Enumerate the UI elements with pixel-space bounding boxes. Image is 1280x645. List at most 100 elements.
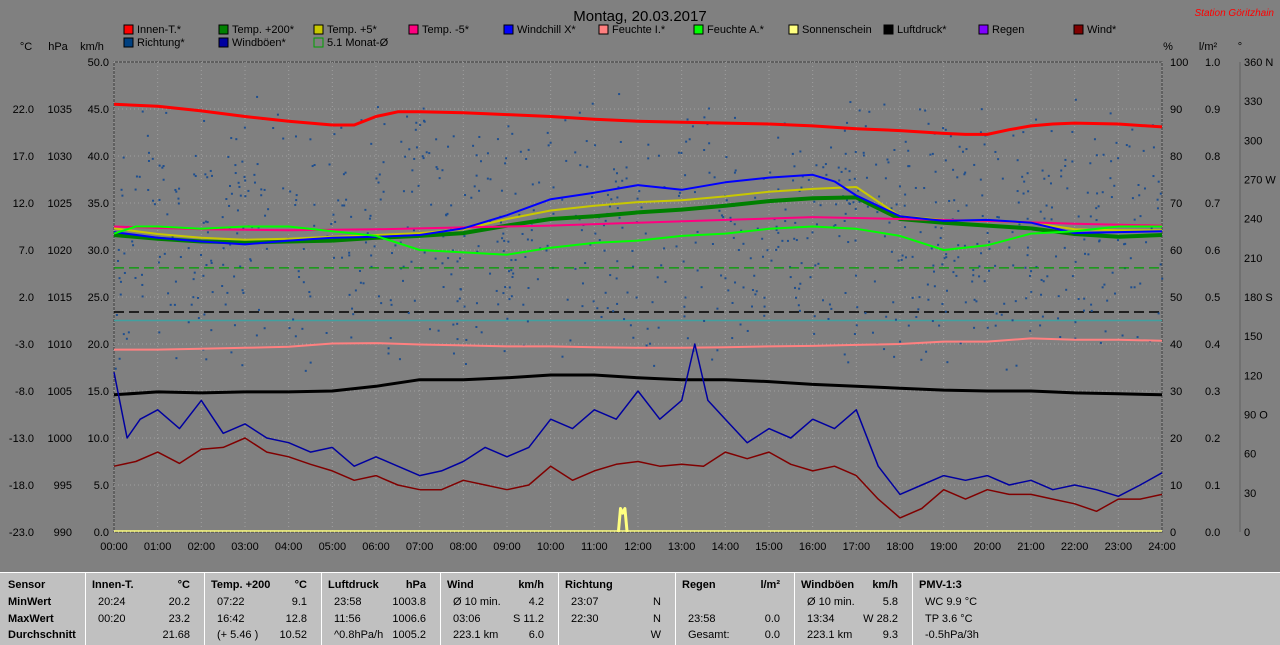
wind-direction-point xyxy=(341,256,344,259)
wind-direction-point xyxy=(981,214,984,217)
legend-label-feuchte-i: Feuchte I.* xyxy=(612,24,666,36)
wind-direction-point xyxy=(653,364,656,367)
wind-direction-point xyxy=(856,306,859,309)
wind-direction-point xyxy=(763,305,766,308)
wind-direction-point xyxy=(614,180,617,183)
wind-direction-point xyxy=(862,154,865,157)
wind-direction-point xyxy=(382,190,385,193)
legend-label-innen-t: Innen-T.* xyxy=(137,24,182,36)
wind-direction-point xyxy=(610,198,613,201)
wind-direction-point xyxy=(598,239,601,242)
wind-direction-point xyxy=(1011,319,1014,322)
wind-direction-point xyxy=(118,277,121,280)
legend-label-luftdruck: Luftdruck* xyxy=(897,24,947,36)
temp-tick-label: -8.0 xyxy=(15,386,34,398)
wind-direction-point xyxy=(450,204,453,207)
wind-direction-point xyxy=(988,240,991,243)
wind-direction-point xyxy=(901,254,904,257)
legend-swatch-temp-5 xyxy=(313,24,324,35)
stats-cell-value: 1003.8 xyxy=(392,596,426,608)
temp-tick-label: 2.0 xyxy=(19,292,34,304)
wind-direction-point xyxy=(1110,196,1113,199)
wind-direction-point xyxy=(194,154,197,157)
wind-direction-point xyxy=(1012,134,1015,137)
wind-direction-point xyxy=(225,198,228,201)
wind-direction-point xyxy=(892,301,895,304)
wind-direction-point xyxy=(937,243,940,246)
wind-direction-point xyxy=(294,203,297,206)
wind-direction-point xyxy=(621,226,624,229)
wind-direction-point xyxy=(981,194,984,197)
stats-cell-value: N xyxy=(653,613,661,625)
wind-direction-point xyxy=(565,159,568,162)
wind-direction-point xyxy=(227,155,230,158)
wind-direction-point xyxy=(564,119,567,122)
wind-direction-point xyxy=(708,171,711,174)
wind-direction-point xyxy=(592,300,595,303)
wind-direction-point xyxy=(591,195,594,198)
wind-direction-point xyxy=(132,244,135,247)
wind-direction-point xyxy=(205,358,208,361)
wind-direction-point xyxy=(973,163,976,166)
wind-direction-point xyxy=(952,271,955,274)
wind-direction-point xyxy=(456,338,459,341)
rain-tick-label: 0.0 xyxy=(1205,527,1220,539)
wind-direction-point xyxy=(986,232,989,235)
wind-direction-point xyxy=(1098,240,1101,243)
wind-direction-point xyxy=(1152,146,1155,149)
wind-direction-point xyxy=(1030,290,1033,293)
wind-direction-point xyxy=(333,133,336,136)
station-name: Station Göritzhain xyxy=(1195,8,1275,19)
wind-direction-point xyxy=(873,280,876,283)
wind-direction-point xyxy=(814,264,817,267)
wind-direction-point xyxy=(884,177,887,180)
wind-direction-point xyxy=(1138,194,1141,197)
wind-direction-point xyxy=(914,186,917,189)
wind-direction-point xyxy=(677,194,680,197)
wind-direction-point xyxy=(408,148,411,151)
rain-tick-label: 0.9 xyxy=(1205,104,1220,116)
wind-direction-point xyxy=(359,281,362,284)
wind-direction-point xyxy=(243,126,246,129)
wind-direction-point xyxy=(1150,227,1153,230)
wind-direction-point xyxy=(430,203,433,206)
wind-direction-point xyxy=(480,160,483,163)
wind-direction-point xyxy=(1116,239,1119,242)
wind-direction-point xyxy=(222,247,225,250)
wind-direction-point xyxy=(606,307,609,310)
wind-direction-point xyxy=(932,264,935,267)
wind-direction-point xyxy=(546,131,549,134)
wind-direction-point xyxy=(777,245,780,248)
wind-direction-point xyxy=(711,242,714,245)
wind-direction-point xyxy=(1011,231,1014,234)
wind-direction-point xyxy=(734,281,737,284)
wind-direction-point xyxy=(389,337,392,340)
wind-direction-point xyxy=(445,214,448,217)
wind-direction-point xyxy=(1005,368,1008,371)
wind-direction-point xyxy=(975,300,978,303)
wind-direction-point xyxy=(886,158,889,161)
wind-direction-point xyxy=(473,185,476,188)
wind-direction-point xyxy=(1066,187,1069,190)
wind-direction-point xyxy=(663,247,666,250)
wind-direction-point xyxy=(531,183,534,186)
wind-direction-point xyxy=(402,190,405,193)
wind-direction-point xyxy=(158,255,161,258)
wind-direction-point xyxy=(865,176,868,179)
wind-direction-point xyxy=(700,286,703,289)
wind-direction-point xyxy=(822,299,825,302)
wind-direction-point xyxy=(898,185,901,188)
wind-direction-point xyxy=(1026,246,1029,249)
wind-direction-point xyxy=(452,323,455,326)
wind-direction-point xyxy=(561,198,564,201)
stats-cell-value: 20.2 xyxy=(168,596,190,608)
wind-direction-point xyxy=(964,301,967,304)
wind-direction-point xyxy=(944,310,947,313)
wind-direction-point xyxy=(234,164,237,167)
wind-direction-point xyxy=(465,338,468,341)
wind-direction-point xyxy=(811,231,814,234)
wind-direction-point xyxy=(1041,169,1044,172)
wind-direction-point xyxy=(657,154,660,157)
wind-direction-point xyxy=(566,298,569,301)
wind-direction-point xyxy=(813,315,816,318)
